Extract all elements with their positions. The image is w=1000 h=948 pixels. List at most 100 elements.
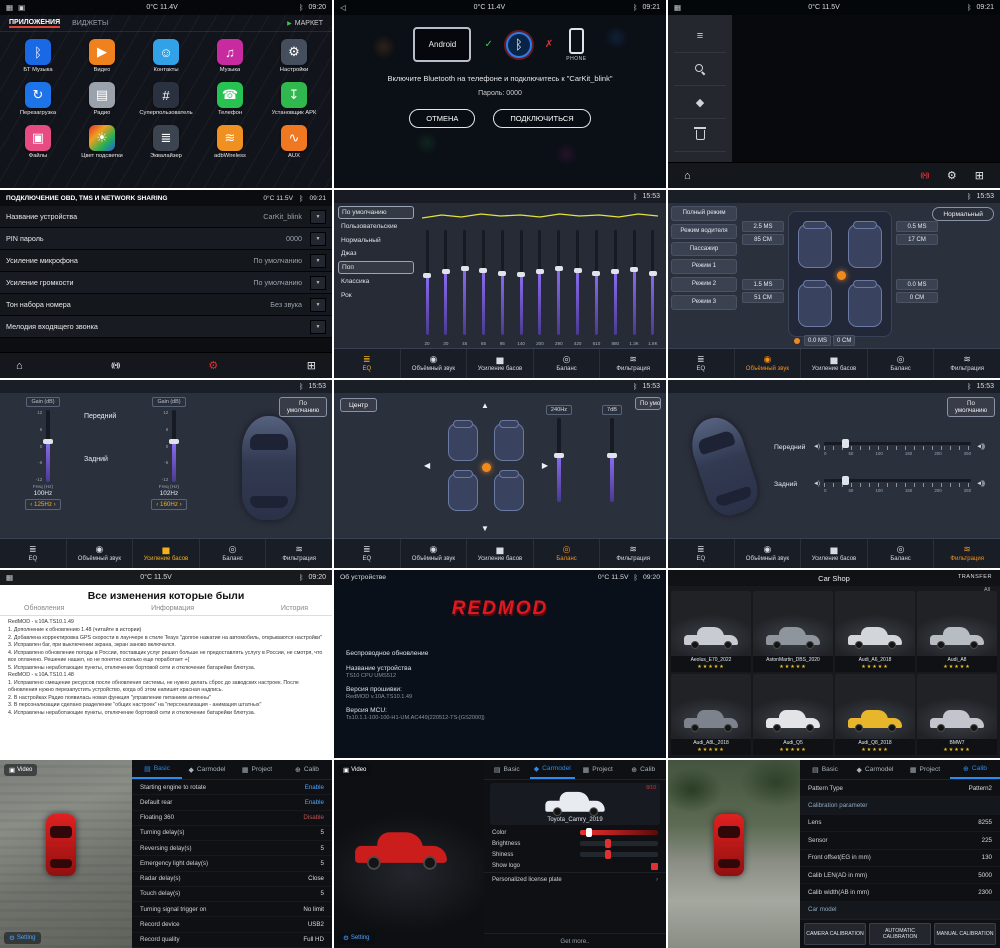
setting-button[interactable]: ⚙Setting xyxy=(4,932,41,944)
audio-tab[interactable]: ◉ Объёмный звук xyxy=(734,349,801,378)
slider-knob[interactable] xyxy=(842,476,849,485)
audio-tab[interactable]: ◉ Объёмный звук xyxy=(400,539,467,568)
eq-slider[interactable] xyxy=(535,230,545,335)
preset-item[interactable]: Классика xyxy=(338,276,414,287)
settings-row[interactable]: Turning signal trigger on No limit xyxy=(132,902,332,917)
eq-slider[interactable] xyxy=(516,230,526,335)
tab-widgets[interactable]: ВИДЖЕТЫ xyxy=(72,20,108,27)
eq-slider[interactable] xyxy=(573,230,583,335)
app-shortcut[interactable]: ▶ Видео xyxy=(70,39,134,73)
preset-item[interactable]: Рок xyxy=(338,290,414,301)
settings-tab[interactable]: ▤ Basic xyxy=(484,760,530,779)
settings-row[interactable]: Radar delay(s) Close xyxy=(132,872,332,887)
delete-button[interactable] xyxy=(674,119,726,152)
balance-slider[interactable] xyxy=(557,418,561,502)
arrow-down-icon[interactable]: ▼ xyxy=(481,524,489,533)
cancel-button[interactable]: ОТМЕНА xyxy=(409,109,475,128)
menu-icon[interactable]: ▦ xyxy=(674,3,681,12)
calibration-row[interactable]: Sensor 225 xyxy=(800,832,1000,849)
home-icon[interactable]: ⌂ xyxy=(16,360,23,372)
settings-tab[interactable]: ▦ Project xyxy=(900,760,950,779)
settings-tab[interactable]: ▤ Basic xyxy=(800,760,850,779)
dropdown-button[interactable]: ▼ xyxy=(310,320,326,334)
app-shortcut[interactable]: ▤ Радио xyxy=(70,82,134,116)
settings-tab[interactable]: ▦ Project xyxy=(575,760,621,779)
settings-row[interactable]: Reversing delay(s) 5 xyxy=(132,841,332,856)
car-card[interactable]: Aeolus_E70_2022 ★★★★★ xyxy=(671,591,751,672)
broadcast-icon[interactable]: ((•)) xyxy=(920,172,928,179)
app-shortcut[interactable]: ↻ Перезагрузка xyxy=(6,82,70,116)
market-button[interactable]: ▶МАРКЕТ xyxy=(287,20,323,27)
dropdown-button[interactable]: ▼ xyxy=(310,254,326,268)
settings-icon[interactable]: ⚙ xyxy=(947,169,957,182)
dropdown-button[interactable]: ▼ xyxy=(310,232,326,246)
audio-tab[interactable]: ◎ Баланс xyxy=(533,349,600,378)
dropdown-button[interactable]: ▼ xyxy=(310,210,326,224)
calibration-button[interactable]: MANUAL CALIBRATION xyxy=(934,923,996,945)
slider-knob[interactable] xyxy=(842,439,849,448)
seat[interactable] xyxy=(448,473,478,511)
menu-icon[interactable]: ▦ xyxy=(6,3,13,12)
mode-button[interactable]: Режим 1 xyxy=(671,259,737,274)
seat[interactable] xyxy=(494,473,524,511)
settings-row[interactable]: Record device USB2 xyxy=(132,917,332,932)
settings-tab[interactable]: ◆ Carmodel xyxy=(182,760,232,779)
audio-tab[interactable]: ≣ EQ xyxy=(668,539,734,568)
video-button[interactable]: ▣Video xyxy=(338,764,371,776)
settings-row[interactable]: Starting engine to rotate Enable xyxy=(132,780,332,795)
changelog-tab[interactable]: Информация xyxy=(151,605,194,612)
settings-row[interactable]: Усиление микрофона По умолчанию ▼ xyxy=(0,250,332,272)
eq-slider[interactable] xyxy=(460,230,470,335)
preset-button[interactable]: Нормальный xyxy=(932,207,994,221)
apps-grid-icon[interactable]: ⊞ xyxy=(975,169,984,182)
eq-slider[interactable] xyxy=(648,230,658,335)
logo-toggle[interactable] xyxy=(651,863,658,870)
settings-row[interactable]: Название устройства CarKit_blink ▼ xyxy=(0,206,332,228)
changelog-tab[interactable]: История xyxy=(281,605,308,612)
audio-tab[interactable]: ◎ Баланс xyxy=(199,539,266,568)
mode-button[interactable]: Режим 3 xyxy=(671,295,737,310)
calibration-row[interactable]: Calibration parameter xyxy=(800,797,1000,814)
audio-tab[interactable]: ◉ Объёмный звук xyxy=(66,539,133,568)
color-slider[interactable] xyxy=(580,830,658,835)
eq-slider[interactable] xyxy=(591,230,601,335)
calibration-row[interactable]: Front offset(EG in mm) 130 xyxy=(800,850,1000,867)
mode-button[interactable]: Режим водителя xyxy=(671,224,737,239)
seat[interactable] xyxy=(448,423,478,461)
audio-tab[interactable]: ▅ Усиление басов xyxy=(466,349,533,378)
settings-tab[interactable]: ⊕ Calib xyxy=(282,760,332,779)
calibration-button[interactable]: CAMERA CALIBRATION xyxy=(804,923,866,945)
clean-button[interactable]: ◆ xyxy=(674,86,726,119)
search-button[interactable] xyxy=(674,53,726,86)
app-shortcut[interactable]: ≋ adbWireless xyxy=(198,125,262,159)
seat[interactable] xyxy=(848,283,882,327)
app-shortcut[interactable]: ≣ Эквалайзер xyxy=(134,125,198,159)
calibration-button[interactable]: AUTOMATIC CALIBRATION xyxy=(869,923,931,945)
default-button[interactable]: По умолчанию xyxy=(279,397,327,417)
widgets-icon[interactable]: ▣ xyxy=(18,3,25,12)
setting-button[interactable]: ⚙Setting xyxy=(338,932,375,944)
balance-slider[interactable] xyxy=(610,418,614,502)
settings-row[interactable]: Усиление громкости По умолчанию ▼ xyxy=(0,272,332,294)
default-button[interactable]: По умолчанию xyxy=(947,397,995,417)
tab-applications[interactable]: ПРИЛОЖЕНИЯ xyxy=(9,19,60,28)
car-card[interactable]: AstonMartin_DBS_2020 ★★★★★ xyxy=(753,591,833,672)
audio-tab[interactable]: ◎ Баланс xyxy=(867,539,934,568)
eq-slider[interactable] xyxy=(422,230,432,335)
menu-icon[interactable]: ▦ xyxy=(6,573,13,582)
car-card[interactable]: Audi_A6_2018 ★★★★★ xyxy=(835,591,915,672)
brightness-slider[interactable] xyxy=(580,841,658,846)
gain-slider-rear[interactable]: 1260-6-12 xyxy=(162,410,177,482)
app-shortcut[interactable]: ☎ Телефон xyxy=(198,82,262,116)
eq-slider[interactable] xyxy=(441,230,451,335)
mode-button[interactable]: Полный режим xyxy=(671,206,737,221)
dropdown-button[interactable]: ▼ xyxy=(310,298,326,312)
audio-tab[interactable]: ◎ Баланс xyxy=(867,349,934,378)
calibration-row[interactable]: Lens 8255 xyxy=(800,815,1000,832)
calibration-row[interactable]: Calib width(AB in mm) 2300 xyxy=(800,884,1000,901)
settings-tab[interactable]: ▤ Basic xyxy=(132,760,182,779)
app-shortcut[interactable]: ♫ Музыка xyxy=(198,39,262,73)
seat[interactable] xyxy=(798,283,832,327)
settings-row[interactable]: PIN пароль 0000 ▼ xyxy=(0,228,332,250)
app-shortcut[interactable]: ☺ Контакты xyxy=(134,39,198,73)
